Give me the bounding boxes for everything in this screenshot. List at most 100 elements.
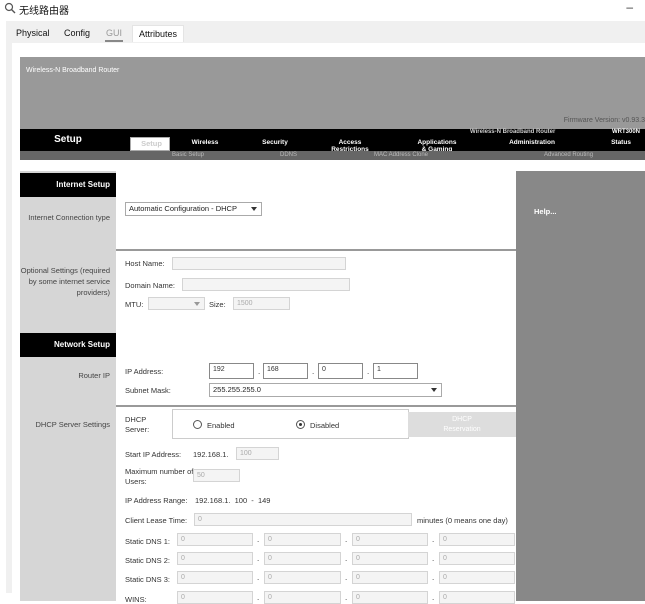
tab-attributes[interactable]: Attributes [132,25,185,42]
domain-name-input[interactable] [182,278,350,291]
internet-setup-heading: Internet Setup [20,173,116,197]
dot-separator: . [432,554,435,563]
max-users-input[interactable]: 50 [193,469,240,482]
domain-name-label: Domain Name: [125,281,176,290]
minimize-button[interactable]: – [626,0,633,14]
start-ip-label: Start IP Address: [125,450,182,459]
dhcp-disabled-radio[interactable] [296,420,305,429]
network-setup-heading: Network Setup [20,333,116,357]
ip-octet-2[interactable]: 168 [263,363,308,379]
nav-wireless[interactable]: Wireless [182,137,228,151]
dns2-octet-3[interactable]: 0 [352,552,428,565]
tab-gui[interactable]: GUI [100,25,129,42]
dns1-octet-4[interactable]: 0 [439,533,515,546]
model-number: WRT300N [611,129,640,135]
connection-type-label: Internet Connection type [28,213,110,222]
nav-security[interactable]: Security [252,137,298,151]
static-dns-3-label: Static DNS 3: [125,575,171,584]
dot-separator: . [258,367,261,376]
subnav-basic-setup[interactable]: Basic Setup [172,151,204,160]
chevron-down-icon [431,388,437,392]
dns3-octet-4[interactable]: 0 [439,571,515,584]
lease-time-label: Client Lease Time: [125,516,188,525]
window-titlebar: 无线路由器 – [0,0,645,18]
dhcp-disabled-label: Disabled [310,421,340,430]
dot-separator: . [432,535,435,544]
host-name-label: Host Name: [125,259,165,268]
dot-separator: . [257,593,260,602]
tab-physical[interactable]: Physical [10,25,56,41]
dot-separator: . [345,535,348,544]
router-header: Wireless-N Broadband Router Firmware Ver… [20,57,645,129]
brand-text: Wireless-N Broadband Router [26,67,120,74]
mtu-select[interactable] [148,297,205,310]
dhcp-server-label: DHCP Server: [125,415,150,434]
left-column [20,171,116,601]
dns2-octet-4[interactable]: 0 [439,552,515,565]
dot-separator: . [432,573,435,582]
help-link[interactable]: Help... [534,207,557,216]
start-ip-input[interactable]: 100 [236,447,279,460]
firmware-version: Firmware Version: v0.93.3 [563,117,645,124]
dot-separator: . [257,535,260,544]
help-column: Help... [516,171,645,601]
dns2-octet-2[interactable]: 0 [264,552,341,565]
dns1-octet-3[interactable]: 0 [352,533,428,546]
gui-panel: Wireless-N Broadband Router Firmware Ver… [12,43,645,604]
dot-separator: . [257,554,260,563]
optional-settings-label: Optional Settings (required by some inte… [20,266,110,297]
dot-separator: . [345,554,348,563]
dot-separator: . [345,573,348,582]
dns1-octet-1[interactable]: 0 [177,533,253,546]
dot-separator: . [257,573,260,582]
host-name-input[interactable] [172,257,346,270]
router-ip-label: Router IP [78,371,110,380]
lease-time-input[interactable]: 0 [194,513,412,526]
size-label: Size: [209,300,226,309]
subnav-mac-clone[interactable]: MAC Address Clone [374,151,428,160]
divider [116,249,516,251]
ip-range-label: IP Address Range: [125,496,188,505]
wins-label: WINS: [125,595,147,604]
dns1-octet-2[interactable]: 0 [264,533,341,546]
dns2-octet-1[interactable]: 0 [177,552,253,565]
nav-status[interactable]: Status [600,137,642,151]
chevron-down-icon [194,302,200,306]
chevron-down-icon [251,207,257,211]
mtu-label: MTU: [125,300,144,309]
dns3-octet-1[interactable]: 0 [177,571,253,584]
device-window: Physical Config GUI Attributes Wireless-… [6,21,645,604]
window-title: 无线路由器 [19,6,69,17]
section-title: Setup [54,134,82,145]
static-dns-2-label: Static DNS 2: [125,556,171,565]
ip-octet-4[interactable]: 1 [373,363,418,379]
dhcp-enabled-label: Enabled [207,421,235,430]
nav-administration[interactable]: Administration [482,137,582,151]
subnet-mask-select[interactable]: 255.255.255.0 [209,383,442,397]
dns3-octet-2[interactable]: 0 [264,571,341,584]
app-icon [4,2,16,14]
dot-separator: . [312,367,315,376]
dhcp-settings-label: DHCP Server Settings [35,420,110,429]
max-users-label: Maximum number of Users: [125,467,194,486]
dns3-octet-3[interactable]: 0 [352,571,428,584]
ip-octet-1[interactable]: 192 [209,363,254,379]
ip-address-label: IP Address: [125,367,164,376]
subnav-ddns[interactable]: DDNS [280,151,297,160]
dhcp-reservation-button[interactable]: DHCP Reservation [408,412,516,437]
dot-separator: . [432,593,435,602]
subnav-advanced-routing[interactable]: Advanced Routing [544,151,593,160]
dot-separator: . [367,367,370,376]
size-input[interactable]: 1500 [233,297,290,310]
device-tabs: Physical Config GUI Attributes [6,21,645,43]
connection-type-select[interactable]: Automatic Configuration - DHCP [125,202,262,216]
tab-config[interactable]: Config [58,25,97,41]
sub-nav: Basic Setup DDNS MAC Address Clone Advan… [20,151,645,160]
nav-setup[interactable]: Setup [130,137,170,151]
lease-time-suffix: minutes (0 means one day) [417,516,508,525]
start-ip-prefix: 192.168.1. [193,450,229,459]
subnet-mask-label: Subnet Mask: [125,386,171,395]
dhcp-enabled-radio[interactable] [193,420,202,429]
ip-octet-3[interactable]: 0 [318,363,363,379]
dot-separator: . [345,593,348,602]
